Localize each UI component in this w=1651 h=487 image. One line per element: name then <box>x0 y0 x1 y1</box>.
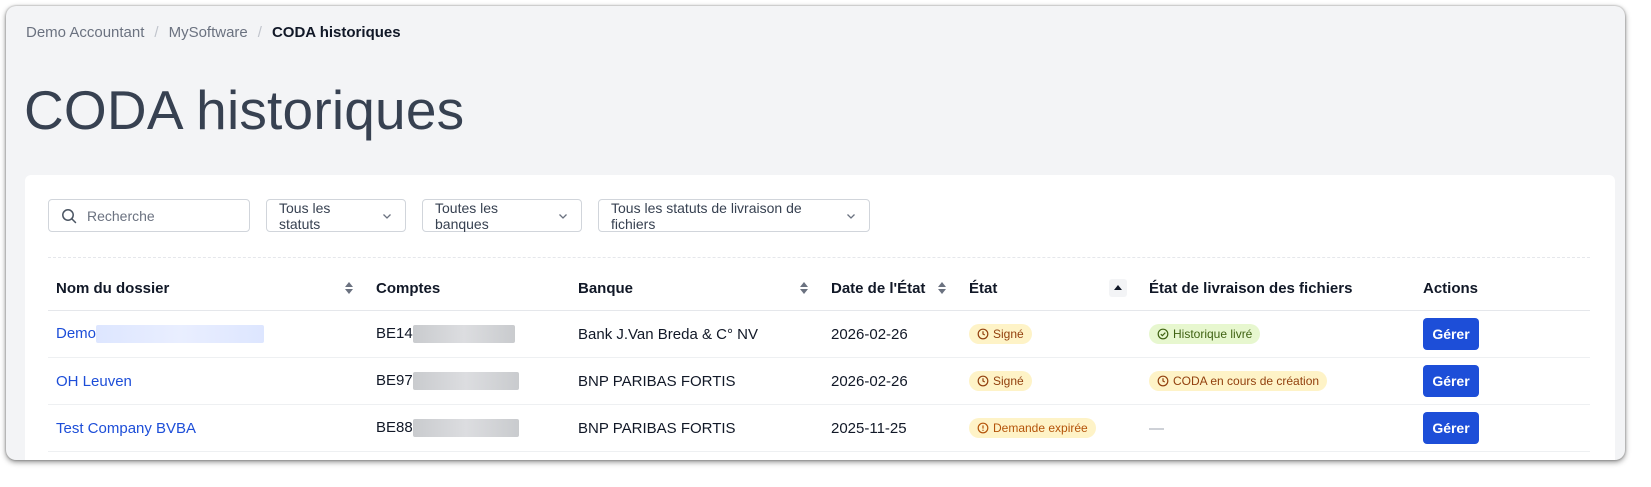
clock-icon <box>977 375 989 387</box>
cell-delivery: — <box>1141 404 1415 452</box>
cell-state: Signé <box>961 357 1141 405</box>
sort-icon[interactable] <box>799 281 809 295</box>
column-header-delivery: État de livraison des fichiers <box>1141 266 1415 311</box>
column-header-accounts-label: Comptes <box>376 279 441 297</box>
cell-name: OH Leuven <box>48 357 368 405</box>
table-row: OH Leuven BE97 BNP PARIBAS FORTIS 2026-0… <box>48 357 1590 405</box>
check-circle-icon <box>1157 328 1169 340</box>
breadcrumb: Demo Accountant / MySoftware / CODA hist… <box>26 24 401 41</box>
content-card: Tous les statuts Toutes les banques Tous… <box>25 175 1615 460</box>
search-icon <box>61 208 77 224</box>
account-number: BE97 <box>376 371 413 389</box>
cell-bank: Bank J.Van Breda & C° NV <box>570 310 823 358</box>
delivery-filter-label: Tous les statuts de livraison de fichier… <box>611 199 802 232</box>
divider <box>48 257 1590 258</box>
cell-actions: Gérer <box>1415 310 1590 358</box>
dossier-link[interactable]: OH Leuven <box>56 373 132 390</box>
chevron-down-icon <box>381 210 393 222</box>
cell-name: Demo <box>48 310 368 358</box>
cell-actions: Gérer <box>1415 404 1590 452</box>
cell-bank: BNP PARIBAS FORTIS <box>570 404 823 452</box>
cell-account: BE14 <box>368 310 570 358</box>
status-badge-label: Signé <box>993 327 1024 341</box>
app-window: Demo Accountant / MySoftware / CODA hist… <box>6 6 1625 460</box>
column-header-state-label: État <box>969 279 998 297</box>
table-row: Demo BE14 Bank J.Van Breda & C° NV 2026-… <box>48 310 1590 358</box>
redacted-text <box>96 325 265 344</box>
cell-name: Test Company BVBA <box>48 404 368 452</box>
clock-icon <box>977 328 989 340</box>
cell-date: 2026-02-26 <box>823 310 961 358</box>
breadcrumb-separator: / <box>154 24 159 41</box>
delivery-badge-label: CODA en cours de création <box>1173 374 1320 388</box>
cell-actions: Gérer <box>1415 357 1590 405</box>
account-number: BE14 <box>376 324 413 342</box>
bank-filter-select[interactable]: Toutes les banques <box>422 199 582 232</box>
cell-state: Signé <box>961 310 1141 358</box>
status-badge-label: Demande expirée <box>993 421 1088 435</box>
status-badge: Signé <box>969 371 1032 391</box>
clock-icon <box>1157 375 1169 387</box>
column-header-name[interactable]: Nom du dossier <box>48 266 368 311</box>
empty-value: — <box>1149 419 1164 437</box>
alert-circle-icon <box>977 422 989 434</box>
status-badge-label: Signé <box>993 374 1024 388</box>
cell-delivery: Historique livré <box>1141 310 1415 358</box>
sort-icon[interactable] <box>344 281 354 295</box>
status-filter-select[interactable]: Tous les statuts <box>266 199 406 232</box>
history-table: Nom du dossier Comptes Banque Date de l'… <box>48 266 1590 452</box>
sort-icon[interactable] <box>937 281 947 295</box>
chevron-down-icon <box>557 210 569 222</box>
cell-bank: BNP PARIBAS FORTIS <box>570 357 823 405</box>
cell-date: 2025-11-25 <box>823 404 961 452</box>
chevron-down-icon <box>845 210 857 222</box>
filter-bar: Tous les statuts Toutes les banques Tous… <box>48 199 886 232</box>
search-box[interactable] <box>48 199 250 232</box>
manage-button[interactable]: Gérer <box>1423 412 1479 444</box>
column-header-delivery-label: État de livraison des fichiers <box>1149 279 1353 297</box>
column-header-accounts: Comptes <box>368 266 570 311</box>
cell-account: BE88 <box>368 404 570 452</box>
column-header-bank-label: Banque <box>578 279 634 297</box>
breadcrumb-item-accountant[interactable]: Demo Accountant <box>26 24 144 41</box>
page-title: CODA historiques <box>24 79 465 141</box>
bank-filter-label: Toutes les banques <box>435 199 499 232</box>
breadcrumb-separator: / <box>257 24 262 41</box>
delivery-badge: CODA en cours de création <box>1149 371 1328 391</box>
redacted-text <box>412 372 519 391</box>
column-header-name-label: Nom du dossier <box>56 279 170 297</box>
account-number: BE88 <box>376 418 413 436</box>
delivery-badge: Historique livré <box>1149 324 1261 344</box>
delivery-badge-label: Historique livré <box>1173 327 1253 341</box>
redacted-text <box>412 325 515 344</box>
cell-account: BE97 <box>368 357 570 405</box>
dossier-link[interactable]: Test Company BVBA <box>56 420 196 437</box>
dossier-link[interactable]: Demo <box>56 325 96 342</box>
manage-button[interactable]: Gérer <box>1423 318 1479 350</box>
breadcrumb-item-current: CODA historiques <box>271 24 401 41</box>
cell-state: Demande expirée <box>961 404 1141 452</box>
manage-button[interactable]: Gérer <box>1423 365 1479 397</box>
status-filter-label: Tous les statuts <box>279 199 331 232</box>
column-header-bank[interactable]: Banque <box>570 266 823 311</box>
column-header-actions: Actions <box>1415 266 1590 311</box>
table-row: Test Company BVBA BE88 BNP PARIBAS FORTI… <box>48 404 1590 452</box>
column-header-actions-label: Actions <box>1423 279 1479 297</box>
column-header-date[interactable]: Date de l'État <box>823 266 961 311</box>
status-badge: Signé <box>969 324 1032 344</box>
sort-ascending-icon[interactable] <box>1109 279 1127 297</box>
cell-date: 2026-02-26 <box>823 357 961 405</box>
cell-delivery: CODA en cours de création <box>1141 357 1415 405</box>
search-input[interactable] <box>85 206 239 225</box>
table-header-row: Nom du dossier Comptes Banque Date de l'… <box>48 266 1590 311</box>
column-header-date-label: Date de l'État <box>831 279 926 297</box>
column-header-state[interactable]: État <box>961 266 1141 311</box>
redacted-text <box>412 419 519 438</box>
breadcrumb-item-software[interactable]: MySoftware <box>169 24 248 41</box>
status-badge: Demande expirée <box>969 418 1096 438</box>
delivery-filter-select[interactable]: Tous les statuts de livraison de fichier… <box>598 199 870 232</box>
